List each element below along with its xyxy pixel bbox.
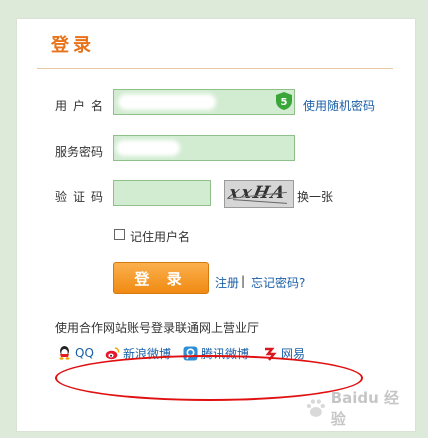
remember-label: 记住用户名 <box>130 230 191 244</box>
refresh-captcha-link[interactable]: 换一张 <box>297 188 333 205</box>
watermark-text: Baidu 经验 <box>330 389 400 428</box>
login-panel: 登录 用户名 5 使用随机密码 服务密码 验证码 xxHA 换一张 记住用户名 … <box>16 18 416 432</box>
baidu-watermark: Baidu 经验 <box>305 389 413 428</box>
page-title: 登录 <box>51 35 95 56</box>
shield-icon: 5 <box>276 92 292 110</box>
remember-checkbox[interactable] <box>114 229 125 240</box>
baidu-paw-icon <box>306 399 325 417</box>
svg-text:5: 5 <box>281 97 288 108</box>
random-password-link[interactable]: 使用随机密码 <box>303 97 375 114</box>
captcha-label: 验证码 <box>55 190 110 204</box>
captcha-image[interactable]: xxHA <box>224 180 294 208</box>
password-input[interactable] <box>113 135 295 161</box>
link-separator: | <box>241 274 246 288</box>
register-link[interactable]: 注册 <box>215 274 239 291</box>
partner-qq[interactable]: QQ <box>57 345 94 360</box>
redacted-password <box>116 140 180 156</box>
partner-heading: 使用合作网站账号登录联通网上营业厅 <box>55 321 260 335</box>
qq-icon <box>59 346 70 360</box>
partner-qq-label: QQ <box>75 345 94 360</box>
password-label: 服务密码 <box>55 145 104 159</box>
captcha-input[interactable] <box>113 180 211 206</box>
redacted-username <box>118 94 216 110</box>
login-button[interactable]: 登 录 <box>113 262 209 294</box>
forgot-password-link[interactable]: 忘记密码? <box>251 274 305 291</box>
title-divider <box>37 68 393 69</box>
username-input[interactable] <box>113 89 295 115</box>
username-label: 用户名 <box>55 99 110 113</box>
